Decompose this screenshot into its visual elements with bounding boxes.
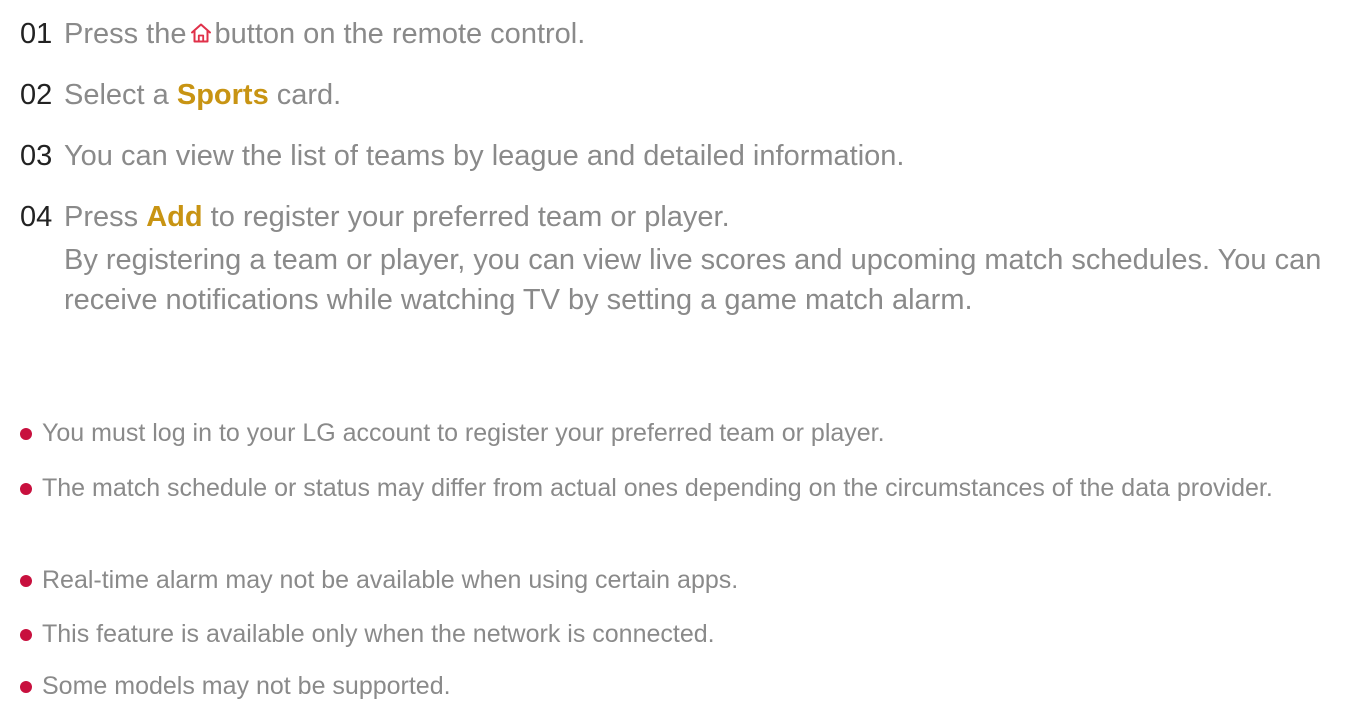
add-button-label: Add xyxy=(146,201,203,233)
sports-card-label: Sports xyxy=(176,79,269,111)
note-text: The match schedule or status may differ … xyxy=(42,474,1273,502)
step-number: 04 xyxy=(20,201,53,233)
step-04-description: By registering a team or player, you can… xyxy=(64,244,1322,316)
step-number: 03 xyxy=(20,140,53,172)
step-text-after: button on the remote control. xyxy=(214,18,586,50)
bullet-icon xyxy=(20,483,32,495)
step-text-before: Press xyxy=(64,201,139,233)
note-item: Real-time alarm may not be available whe… xyxy=(20,563,1360,598)
step-text: Select a Sports card. xyxy=(64,73,341,117)
bullet-icon xyxy=(20,681,32,693)
note-item: The match schedule or status may differ … xyxy=(20,471,1360,506)
note-item: You must log in to your LG account to re… xyxy=(20,416,1360,451)
note-item: This feature is available only when the … xyxy=(20,617,1360,652)
note-text: You must log in to your LG account to re… xyxy=(42,419,885,447)
bullet-icon xyxy=(20,575,32,587)
step-number: 02 xyxy=(20,79,53,111)
note-text: Some models may not be supported. xyxy=(42,672,451,700)
note-text: This feature is available only when the … xyxy=(42,620,715,648)
step-number: 01 xyxy=(20,18,53,50)
step-text-after: card. xyxy=(276,79,342,111)
step-text: You can view the list of teams by league… xyxy=(64,140,905,172)
step-text: Press the button on the remote control. xyxy=(64,12,585,56)
note-text: Real-time alarm may not be available whe… xyxy=(42,566,739,594)
note-item: Some models may not be supported. xyxy=(20,669,1360,704)
bullet-icon xyxy=(20,428,32,440)
step-text-before: Press the xyxy=(64,18,187,50)
step-text-after: to register your preferred team or playe… xyxy=(210,201,730,233)
step-text-before: Select a xyxy=(64,79,169,111)
step-text: Press Add to register your preferred tea… xyxy=(64,195,730,239)
bullet-icon xyxy=(20,629,32,641)
home-icon xyxy=(190,13,212,43)
